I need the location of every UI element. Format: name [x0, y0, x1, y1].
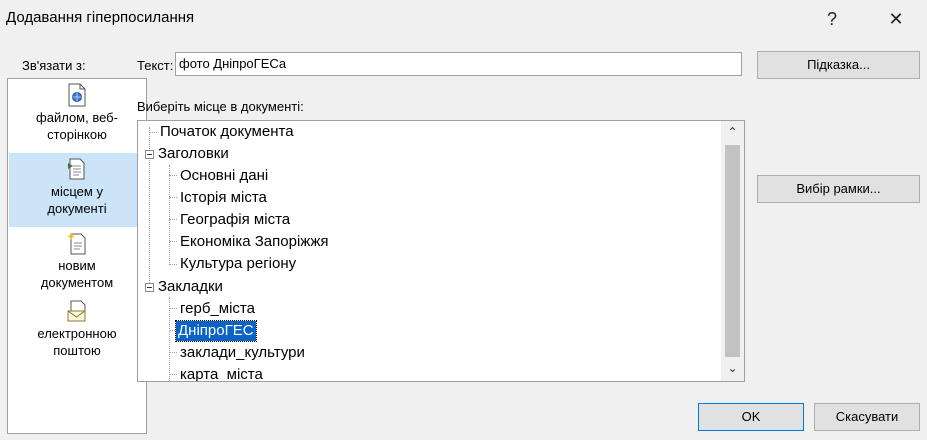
tree-item[interactable]: заклади_культури	[178, 343, 307, 363]
tree-scrollbar[interactable]: ⌃ ⌄	[721, 121, 744, 381]
tree-item[interactable]: Географія міста	[178, 210, 292, 230]
tree-item[interactable]: Культура регіону	[178, 254, 298, 274]
document-place-tree[interactable]: Початок документа Заголовки Основні дані…	[137, 120, 745, 382]
tree-item-selected[interactable]: ДніпроГЕС	[175, 320, 257, 342]
new-document-icon	[67, 233, 86, 255]
scroll-down-icon[interactable]: ⌄	[725, 361, 740, 375]
title-bar: Додавання гіперпосилання ? ✕	[0, 0, 927, 36]
web-file-icon	[68, 83, 86, 107]
collapse-icon[interactable]	[145, 150, 154, 159]
help-button[interactable]: ?	[812, 6, 852, 32]
dialog-title: Додавання гіперпосилання	[6, 9, 195, 26]
tree-line	[169, 264, 177, 265]
sidebar-item-web-file[interactable]: файлом, веб- сторінкою	[9, 83, 145, 151]
place-label: Виберіть місце в документі:	[137, 99, 304, 114]
ok-button[interactable]: OK	[698, 403, 804, 431]
sidebar-item-place-in-document[interactable]: місцем у документі	[9, 153, 145, 227]
tree-item[interactable]: карта_міста	[178, 365, 265, 381]
document-place-icon	[68, 158, 85, 180]
tree-line	[149, 132, 157, 133]
tree-line	[169, 175, 177, 176]
collapse-icon[interactable]	[145, 283, 154, 292]
tree-line	[169, 165, 170, 265]
tree-item[interactable]: Початок документа	[158, 122, 296, 142]
tree-group[interactable]: Заголовки	[156, 144, 231, 164]
tree-item[interactable]: герб_міста	[178, 299, 257, 319]
text-input[interactable]: фото ДніпроГЕСа	[175, 52, 742, 76]
link-to-sidebar: файлом, веб- сторінкою місцем у документ…	[7, 78, 147, 434]
tree-line	[169, 197, 177, 198]
tree-group[interactable]: Закладки	[156, 277, 225, 297]
cancel-button[interactable]: Скасувати	[814, 403, 920, 431]
tree-line	[169, 308, 177, 309]
screentip-button[interactable]: Підказка...	[757, 51, 920, 79]
email-icon	[67, 300, 86, 322]
sidebar-item-email[interactable]: електронною поштою	[9, 299, 145, 365]
tree-line	[169, 352, 177, 353]
tree-item[interactable]: Історія міста	[178, 188, 269, 208]
link-to-label: Зв'язати з:	[22, 58, 86, 73]
tree-line	[169, 297, 170, 381]
tree-item[interactable]: Економіка Запоріжжя	[178, 232, 330, 252]
select-frame-button[interactable]: Вибір рамки...	[757, 175, 920, 203]
scroll-up-icon[interactable]: ⌃	[725, 125, 740, 139]
text-label: Текст:	[137, 58, 174, 73]
tree-item[interactable]: Основні дані	[178, 166, 270, 186]
close-button[interactable]: ✕	[876, 6, 916, 32]
tree-line	[169, 374, 177, 375]
tree-line	[169, 219, 177, 220]
tree-line	[169, 241, 177, 242]
sidebar-item-new-document[interactable]: новим документом	[9, 231, 145, 297]
scroll-thumb[interactable]	[725, 145, 740, 357]
